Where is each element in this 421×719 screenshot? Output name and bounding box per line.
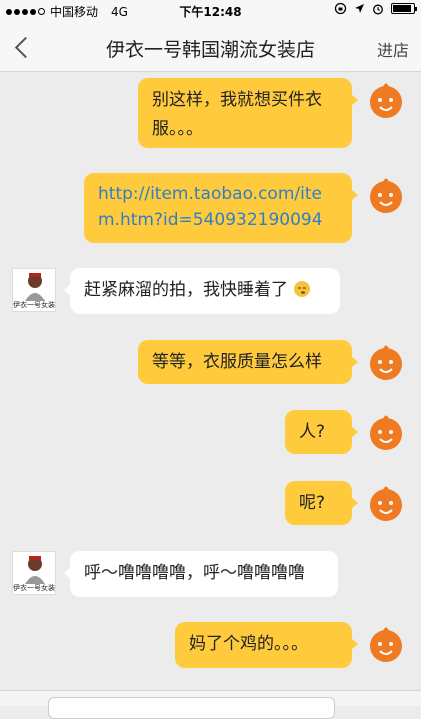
status-right: [334, 2, 417, 15]
alarm-icon: [373, 4, 383, 14]
outgoing-message[interactable]: 别这样，我就想买件衣服。。。: [138, 78, 358, 148]
status-bar: 中国移动 4G 下午12:48: [0, 0, 421, 22]
message-text: 妈了个鸡的。。。: [189, 634, 308, 654]
location-arrow-icon: [355, 4, 364, 13]
incoming-message[interactable]: 呼～噜噜噜噜，呼～噜噜噜噜: [64, 551, 338, 597]
back-button[interactable]: [12, 32, 36, 62]
sleepy-emoji-icon: [294, 281, 311, 297]
message-input[interactable]: [48, 697, 335, 719]
incoming-message[interactable]: 赶紧麻溜的拍，我快睡着了: [64, 268, 340, 314]
shop-avatar[interactable]: 伊衣一号女装: [12, 268, 56, 312]
message-text: 呼～噜噜噜噜，呼～噜噜噜噜: [84, 563, 305, 583]
my-avatar-icon[interactable]: [364, 340, 408, 384]
input-bar: [0, 690, 421, 719]
shop-avatar-caption: 伊衣一号女装: [13, 584, 55, 592]
my-avatar-icon[interactable]: [364, 173, 408, 217]
shop-avatar[interactable]: 伊衣一号女装: [12, 551, 56, 595]
message-text: 赶紧麻溜的拍，我快睡着了: [84, 280, 288, 300]
message-text: 别这样，我就想买件衣服。。。: [152, 90, 322, 139]
outgoing-link-message[interactable]: http://item.taobao.com/item.htm?id=54093…: [84, 173, 358, 243]
enter-shop-button[interactable]: 进店: [377, 37, 409, 61]
outgoing-message[interactable]: 等等，衣服质量怎么样: [138, 340, 358, 384]
outgoing-message[interactable]: 人?: [285, 410, 358, 454]
my-avatar-icon[interactable]: [364, 78, 408, 122]
outgoing-message[interactable]: 妈了个鸡的。。。: [175, 622, 358, 668]
battery-icon: [391, 3, 417, 14]
my-avatar-icon[interactable]: [364, 481, 408, 525]
message-text: 呢?: [299, 493, 326, 513]
message-text: 等等，衣服质量怎么样: [152, 352, 322, 372]
chat-title: 伊衣一号韩国潮流女装店: [105, 39, 315, 61]
shop-avatar-illustration: [25, 273, 45, 301]
shop-avatar-illustration: [25, 556, 45, 584]
shop-avatar-caption: 伊衣一号女装: [13, 301, 55, 309]
product-link[interactable]: http://item.taobao.com/item.htm?id=54093…: [98, 184, 323, 230]
my-avatar-icon[interactable]: [364, 622, 408, 666]
outgoing-message[interactable]: 呢?: [285, 481, 358, 525]
navigation-bar: 伊衣一号韩国潮流女装店 进店: [0, 22, 421, 72]
message-text: 人?: [299, 422, 326, 442]
orientation-lock-icon: [334, 2, 347, 15]
my-avatar-icon[interactable]: [364, 410, 408, 454]
